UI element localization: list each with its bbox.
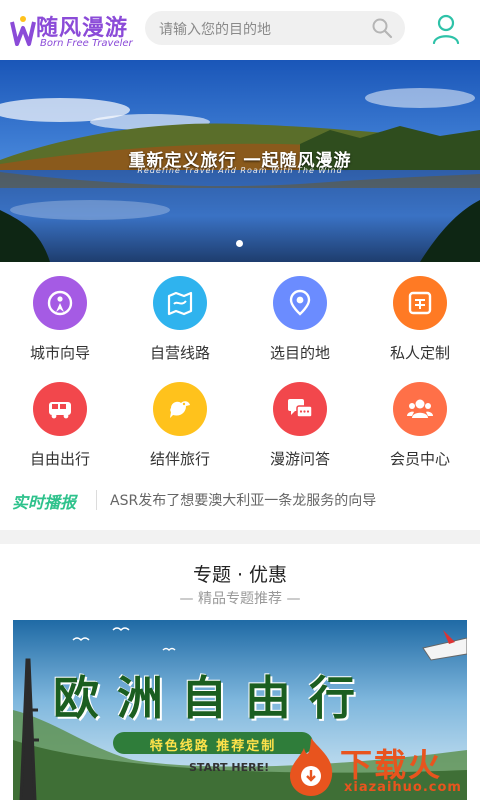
search-input[interactable]: 请输入您的目的地 — [145, 11, 405, 45]
promo-title: 欧洲自由行 — [53, 671, 373, 725]
category-grid: 城市向导 自营线路 选目的地 私人定制 自由出行 结伴旅行 漫游问答 会员中心 — [0, 262, 480, 474]
grid-label: 城市向导 — [29, 344, 90, 362]
watermark-url: xiazaihuo.com — [344, 780, 462, 795]
grid-item-custom[interactable]: 私人定制 — [360, 276, 480, 376]
app-logo[interactable]: 随风漫游 Born Free Traveler — [10, 8, 133, 52]
grid-label: 私人定制 — [389, 344, 450, 362]
grid-item-destination[interactable]: 选目的地 — [240, 276, 360, 376]
bird-icon — [153, 382, 207, 436]
chat-bubbles-icon — [273, 382, 327, 436]
app-header: 随风漫游 Born Free Traveler 请输入您的目的地 — [0, 0, 480, 60]
location-pin-icon — [273, 276, 327, 330]
section-divider — [0, 530, 480, 544]
watermark: 下载火 xiazaihuo.com — [282, 736, 480, 800]
logo-w-icon — [10, 16, 36, 46]
news-ticker[interactable]: 实时播报 ASR发布了想要澳大利亚一条龙服务的向导 — [0, 478, 480, 522]
promo-cta: START HERE! — [189, 761, 270, 774]
ticker-text[interactable]: ASR发布了想要澳大利亚一条龙服务的向导 — [110, 490, 376, 510]
search-placeholder: 请输入您的目的地 — [159, 22, 271, 38]
members-icon — [393, 382, 447, 436]
grid-item-free-travel[interactable]: 自由出行 — [0, 382, 120, 482]
section-subtitle: — 精品专题推荐 — — [179, 591, 301, 607]
flame-logo-icon — [290, 738, 333, 796]
grid-label: 自由出行 — [29, 450, 90, 468]
grid-label: 选目的地 — [269, 344, 330, 362]
grid-item-members[interactable]: 会员中心 — [360, 382, 480, 482]
grid-label: 会员中心 — [389, 450, 450, 468]
grid-item-routes[interactable]: 自营线路 — [120, 276, 240, 376]
grid-item-city-guide[interactable]: 城市向导 — [0, 276, 120, 376]
grid-item-companion[interactable]: 结伴旅行 — [120, 382, 240, 482]
bus-icon — [33, 382, 87, 436]
hero-banner[interactable]: 重新定义旅行 一起随风漫游 Redefine Travel And Roam W… — [0, 60, 480, 262]
search-icon[interactable] — [371, 17, 393, 39]
grid-label: 结伴旅行 — [149, 450, 210, 468]
banner-subtitle: Redefine Travel And Roam With The Wind — [137, 166, 343, 175]
ticker-tag: 实时播报 — [12, 493, 77, 512]
grid-label: 漫游问答 — [269, 450, 330, 468]
city-guide-icon — [33, 276, 87, 330]
grid-item-qa[interactable]: 漫游问答 — [240, 382, 360, 482]
custom-stamp-icon — [393, 276, 447, 330]
ticker-divider — [96, 490, 97, 510]
map-route-icon — [153, 276, 207, 330]
logo-tagline: Born Free Traveler — [40, 38, 133, 49]
grid-label: 自营线路 — [149, 344, 210, 362]
carousel-indicator[interactable] — [236, 240, 243, 247]
user-profile-icon[interactable] — [432, 14, 460, 44]
section-title: 专题 · 优惠 — [192, 564, 288, 586]
